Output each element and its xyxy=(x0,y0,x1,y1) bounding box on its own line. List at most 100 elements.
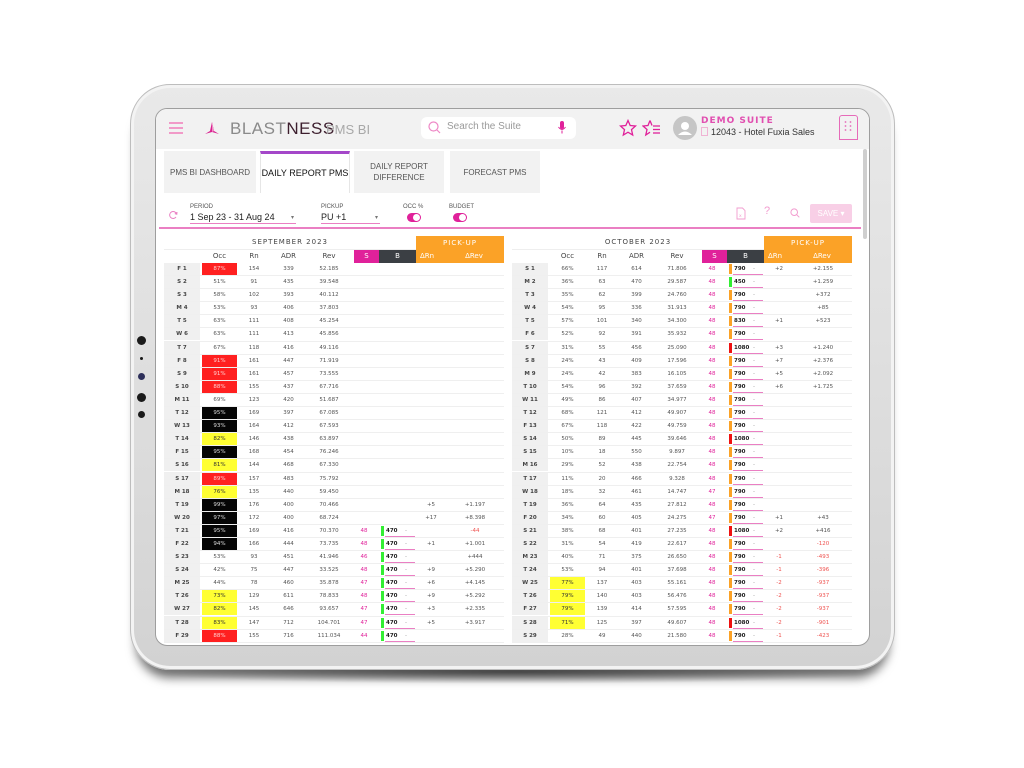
budget-input[interactable]: 790 - xyxy=(729,355,763,367)
col-s[interactable]: S xyxy=(354,250,379,263)
budget-input[interactable]: 470 - xyxy=(381,603,415,616)
budget-input[interactable]: 790 - xyxy=(729,263,763,275)
adr-cell: 483 xyxy=(283,475,294,482)
budget-input[interactable]: 790 - xyxy=(729,590,763,603)
budget-input[interactable]: 470 - xyxy=(381,590,415,603)
col-adr[interactable]: ADR xyxy=(271,250,306,263)
budget-indicator xyxy=(729,368,732,379)
suite-name[interactable]: DEMO SUITE xyxy=(701,116,774,126)
delta-rev-cell: +5.292 xyxy=(464,593,486,600)
budget-input[interactable]: 790 - xyxy=(729,302,763,315)
pickup-label: PICKUP xyxy=(321,204,344,210)
star-icon[interactable] xyxy=(619,119,637,137)
day-cell: T 12 xyxy=(164,407,200,420)
col-rn[interactable]: Rn xyxy=(240,250,268,263)
budget-underline xyxy=(385,627,415,629)
export-excel-icon[interactable]: x xyxy=(736,207,746,220)
col-delta-rn[interactable]: ΔRn xyxy=(416,250,444,263)
refresh-icon[interactable] xyxy=(168,210,178,220)
tab-daily-report-difference[interactable]: DAILY REPORT DIFFERENCE xyxy=(354,151,444,193)
budget-input[interactable]: 790 - xyxy=(729,499,763,511)
budget-input[interactable]: 470 - xyxy=(381,617,415,629)
col-delta-rn[interactable]: ΔRn xyxy=(764,250,792,263)
budget-input[interactable]: 1080 - xyxy=(729,433,763,446)
budget-input[interactable]: 790 - xyxy=(729,630,763,642)
budget-input[interactable]: 790 - xyxy=(729,407,763,420)
period-select[interactable]: 1 Sep 23 - 31 Aug 24 ▾ xyxy=(190,212,296,224)
budget-toggle[interactable] xyxy=(453,213,467,222)
occ-toggle[interactable] xyxy=(407,213,421,222)
rev-cell: 40.112 xyxy=(319,292,339,299)
col-rev[interactable]: Rev xyxy=(309,250,349,263)
day-cell: F 6 xyxy=(512,328,548,341)
delta-rn-cell xyxy=(418,328,444,340)
budget-input[interactable]: 1080 - xyxy=(729,342,763,354)
star-list-icon[interactable] xyxy=(642,119,662,137)
menu-icon[interactable] xyxy=(169,122,183,134)
budget-input[interactable]: 790 - xyxy=(729,420,763,433)
budget-input[interactable]: 470 - xyxy=(381,551,415,564)
budget-input[interactable]: 450 - xyxy=(729,276,763,289)
budget-input[interactable]: 790 - xyxy=(729,459,763,472)
building-icon[interactable] xyxy=(839,115,858,140)
budget-input[interactable]: 470 - xyxy=(381,538,415,550)
col-b[interactable]: B xyxy=(727,250,764,263)
occ-cell: 63% xyxy=(213,318,226,325)
occ-cell: 44% xyxy=(213,580,226,587)
col-delta-rev[interactable]: ΔRev xyxy=(444,250,504,263)
rn-cell: 140 xyxy=(596,593,608,600)
help-icon[interactable]: ? xyxy=(764,205,770,217)
save-button[interactable]: SAVE ▾ xyxy=(810,204,852,223)
budget-input[interactable]: 470 - xyxy=(381,525,415,537)
col-b[interactable]: B xyxy=(379,250,416,263)
budget-indicator xyxy=(729,604,732,615)
budget-input[interactable]: 790 - xyxy=(729,381,763,393)
budget-indicator xyxy=(729,342,732,353)
col-occ[interactable]: Occ xyxy=(550,250,585,263)
logo-icon xyxy=(205,122,219,134)
budget-input[interactable]: 470 - xyxy=(381,630,415,642)
budget-input[interactable]: 830 - xyxy=(729,315,763,328)
delta-rn-cell xyxy=(766,420,792,432)
tab-forecast-pms[interactable]: FORECAST PMS xyxy=(450,151,540,193)
day-cell: S 16 xyxy=(164,459,200,472)
col-rn[interactable]: Rn xyxy=(588,250,616,263)
col-adr[interactable]: ADR xyxy=(619,250,654,263)
day-cell: F 29 xyxy=(164,629,200,642)
search-icon[interactable] xyxy=(790,208,800,218)
budget-input[interactable]: 1080 - xyxy=(729,525,763,537)
budget-input[interactable]: 790 - xyxy=(729,289,763,302)
col-delta-rev[interactable]: ΔRev xyxy=(792,250,852,263)
mic-icon[interactable] xyxy=(558,121,566,134)
occ-cell: 76% xyxy=(202,485,237,498)
avatar[interactable] xyxy=(673,116,697,140)
budget-input[interactable]: 790 - xyxy=(729,328,763,341)
col-occ[interactable]: Occ xyxy=(202,250,237,263)
budget-input[interactable]: 470 - xyxy=(381,564,415,577)
tab-daily-report-pms[interactable]: DAILY REPORT PMS xyxy=(260,151,350,193)
budget-input[interactable]: 1080 - xyxy=(729,617,763,629)
budget-input[interactable]: 790 - xyxy=(729,473,763,485)
budget-input[interactable]: 790 - xyxy=(729,538,763,550)
budget-input[interactable]: 790 - xyxy=(729,512,763,524)
tab-pms-bi-dashboard[interactable]: PMS BI DASHBOARD xyxy=(164,151,256,193)
budget-input[interactable]: 790 - xyxy=(729,446,763,459)
budget-input[interactable]: 790 - xyxy=(729,603,763,616)
budget-input[interactable]: 790 - xyxy=(729,368,763,380)
table-row: M 16 29% 52 438 22.754 48 790 - xyxy=(512,459,852,473)
col-s[interactable]: S xyxy=(702,250,727,263)
hotel-selector[interactable]: 12043 - Hotel Fuxia Sales xyxy=(701,127,815,137)
search-input[interactable]: Search the Suite xyxy=(421,117,576,139)
pickup-select[interactable]: PU +1 ▾ xyxy=(321,212,380,224)
scrollbar[interactable] xyxy=(863,149,867,239)
budget-indicator xyxy=(381,578,384,589)
budget-input[interactable]: 790 - xyxy=(729,394,763,406)
budget-input[interactable]: 470 - xyxy=(381,577,415,590)
budget-input[interactable]: 790 - xyxy=(729,564,763,577)
budget-input[interactable]: 790 - xyxy=(729,486,763,498)
occ-cell: 97% xyxy=(202,511,237,524)
table-row: W 4 54% 95 336 31.913 48 790 - +85 xyxy=(512,302,852,316)
budget-input[interactable]: 790 - xyxy=(729,551,763,564)
budget-input[interactable]: 790 - xyxy=(729,577,763,590)
col-rev[interactable]: Rev xyxy=(657,250,697,263)
